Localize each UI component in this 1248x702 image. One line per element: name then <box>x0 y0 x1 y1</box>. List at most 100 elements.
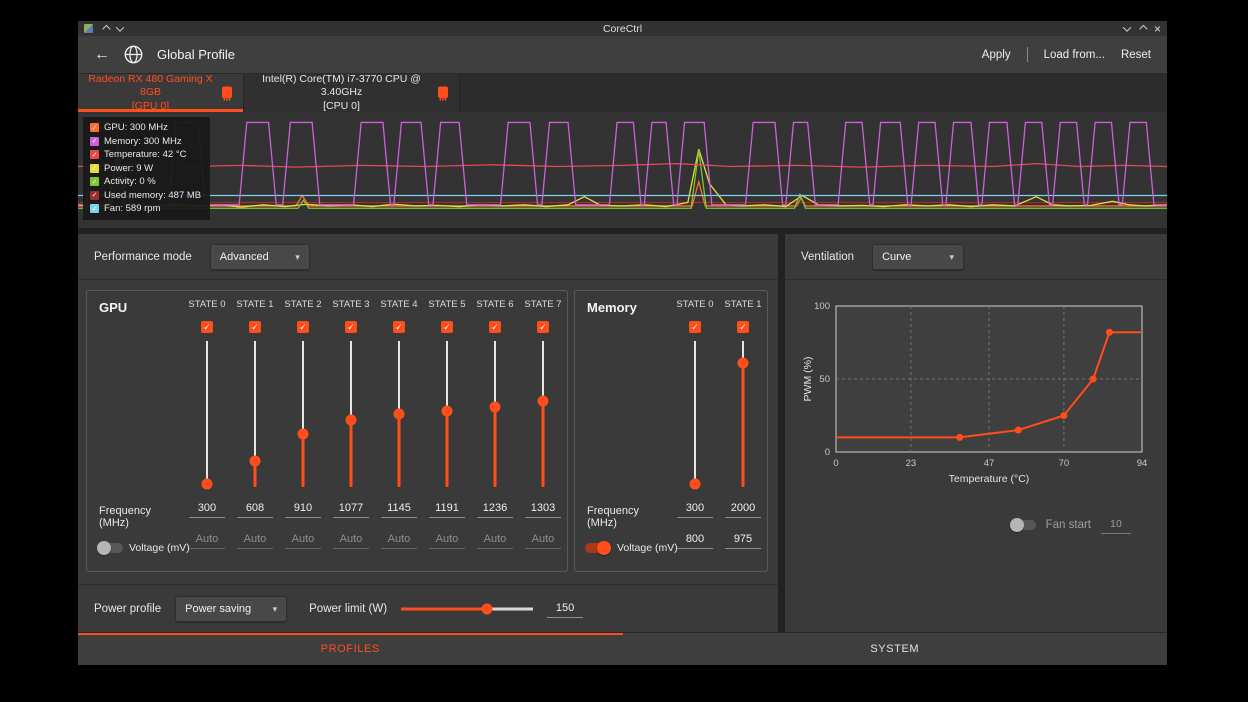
voltage-value[interactable]: Auto <box>237 531 273 549</box>
legend-item[interactable]: Activity: 0 % <box>90 176 201 187</box>
fan-curve-chart[interactable]: 023477094050100Temperature (°C)PWM (%) <box>800 296 1152 492</box>
toggle-knob <box>597 541 611 555</box>
legend-checkbox[interactable] <box>90 123 99 132</box>
voltage-value[interactable]: Auto <box>333 531 369 549</box>
legend-checkbox[interactable] <box>90 164 99 173</box>
state-checkbox[interactable] <box>737 321 749 333</box>
legend-checkbox[interactable] <box>90 191 99 200</box>
apply-button[interactable]: Apply <box>982 49 1011 61</box>
state-checkbox[interactable] <box>201 321 213 333</box>
slider-handle[interactable] <box>738 357 749 368</box>
legend-item[interactable]: Temperature: 42 °C <box>90 149 201 160</box>
state-checkbox[interactable] <box>441 321 453 333</box>
frequency-value[interactable]: 910 <box>285 500 321 518</box>
slider-handle[interactable] <box>442 406 453 417</box>
state-checkbox[interactable] <box>489 321 501 333</box>
tab-gpu0[interactable]: Radeon RX 480 Gaming X 8GB [GPU 0] <box>78 74 244 112</box>
gpu-group-title: GPU <box>87 297 183 315</box>
frequency-slider[interactable] <box>200 341 214 487</box>
frequency-slider[interactable] <box>536 341 550 487</box>
legend-checkbox[interactable] <box>90 150 99 159</box>
frequency-value[interactable]: 608 <box>237 500 273 518</box>
frequency-slider[interactable] <box>440 341 454 487</box>
frequency-value[interactable]: 1236 <box>477 500 513 518</box>
state-checkbox[interactable] <box>537 321 549 333</box>
slider-handle[interactable] <box>202 479 213 490</box>
legend-item[interactable]: GPU: 300 MHz <box>90 122 201 133</box>
left-panel: Performance mode Advanced GPU Frequency … <box>78 234 778 632</box>
tab-system[interactable]: SYSTEM <box>623 633 1168 665</box>
state-checkbox[interactable] <box>345 321 357 333</box>
gpu-voltage-toggle[interactable] <box>97 543 123 553</box>
legend-checkbox[interactable] <box>90 204 99 213</box>
voltage-value[interactable]: Auto <box>381 531 417 549</box>
voltage-value[interactable]: Auto <box>477 531 513 549</box>
performance-mode-dropdown[interactable]: Advanced <box>210 244 310 270</box>
slider-handle[interactable] <box>298 429 309 440</box>
voltage-value[interactable]: 800 <box>677 531 713 549</box>
frequency-value[interactable]: 300 <box>677 500 713 518</box>
tab-cpu0[interactable]: Intel(R) Core(TM) i7-3770 CPU @ 3.40GHz … <box>244 74 460 112</box>
legend-checkbox[interactable] <box>90 177 99 186</box>
state-checkbox[interactable] <box>249 321 261 333</box>
memory-group-title: Memory <box>575 297 671 315</box>
tab-profiles[interactable]: PROFILES <box>78 633 623 665</box>
reset-button[interactable]: Reset <box>1121 49 1151 61</box>
minimize-icon[interactable] <box>1123 23 1131 31</box>
legend-item[interactable]: Memory: 300 MHz <box>90 136 201 147</box>
frequency-slider[interactable] <box>488 341 502 487</box>
frequency-slider[interactable] <box>392 341 406 487</box>
slider-handle[interactable] <box>481 603 492 614</box>
svg-text:47: 47 <box>984 458 995 469</box>
slider-handle[interactable] <box>250 455 261 466</box>
state-checkbox[interactable] <box>689 321 701 333</box>
frequency-value[interactable]: 1303 <box>525 500 561 518</box>
memory-state-column: STATE 1 2000 975 <box>719 297 767 563</box>
frequency-slider[interactable] <box>736 341 750 487</box>
voltage-value[interactable]: 975 <box>725 531 761 549</box>
memory-states-group: Memory Frequency (MHz) Voltage (mV) <box>574 290 768 572</box>
close-icon[interactable] <box>1154 23 1161 35</box>
frequency-slider[interactable] <box>296 341 310 487</box>
chevron-up-icon[interactable] <box>102 24 110 32</box>
frequency-value[interactable]: 1191 <box>429 500 465 518</box>
legend-item[interactable]: Used memory: 487 MB <box>90 190 201 201</box>
header-actions: Apply Load from... Reset <box>982 47 1151 62</box>
gpu-state-column: STATE 0 300 Auto <box>183 297 231 563</box>
slider-handle[interactable] <box>490 401 501 412</box>
legend-item[interactable]: Power: 9 W <box>90 163 201 174</box>
slider-handle[interactable] <box>346 414 357 425</box>
state-checkbox[interactable] <box>297 321 309 333</box>
slider-handle[interactable] <box>394 409 405 420</box>
state-checkbox[interactable] <box>393 321 405 333</box>
power-profile-dropdown[interactable]: Power saving <box>175 596 287 622</box>
fan-start-value[interactable]: 10 <box>1101 516 1131 534</box>
fan-start-toggle[interactable] <box>1010 520 1036 530</box>
frequency-slider[interactable] <box>344 341 358 487</box>
chevron-down-icon <box>950 251 955 263</box>
slider-handle[interactable] <box>690 479 701 490</box>
power-limit-slider[interactable] <box>401 602 533 616</box>
voltage-value[interactable]: Auto <box>429 531 465 549</box>
frequency-value[interactable]: 300 <box>189 500 225 518</box>
legend-item[interactable]: Fan: 589 rpm <box>90 203 201 214</box>
chevron-down-icon[interactable] <box>116 23 124 31</box>
frequency-value[interactable]: 1077 <box>333 500 369 518</box>
maximize-icon[interactable] <box>1139 24 1147 32</box>
frequency-slider[interactable] <box>248 341 262 487</box>
power-limit-value[interactable]: 150 <box>547 600 583 618</box>
power-row: Power profile Power saving Power limit (… <box>78 584 778 632</box>
back-button[interactable] <box>94 46 110 64</box>
voltage-value[interactable]: Auto <box>189 531 225 549</box>
ventilation-label: Ventilation <box>801 251 854 263</box>
memory-voltage-toggle[interactable] <box>585 543 611 553</box>
load-from-button[interactable]: Load from... <box>1044 49 1105 61</box>
voltage-value[interactable]: Auto <box>285 531 321 549</box>
frequency-value[interactable]: 2000 <box>725 500 761 518</box>
ventilation-mode-dropdown[interactable]: Curve <box>872 244 964 270</box>
voltage-value[interactable]: Auto <box>525 531 561 549</box>
slider-handle[interactable] <box>538 395 549 406</box>
legend-checkbox[interactable] <box>90 137 99 146</box>
frequency-slider[interactable] <box>688 341 702 487</box>
frequency-value[interactable]: 1145 <box>381 500 417 518</box>
